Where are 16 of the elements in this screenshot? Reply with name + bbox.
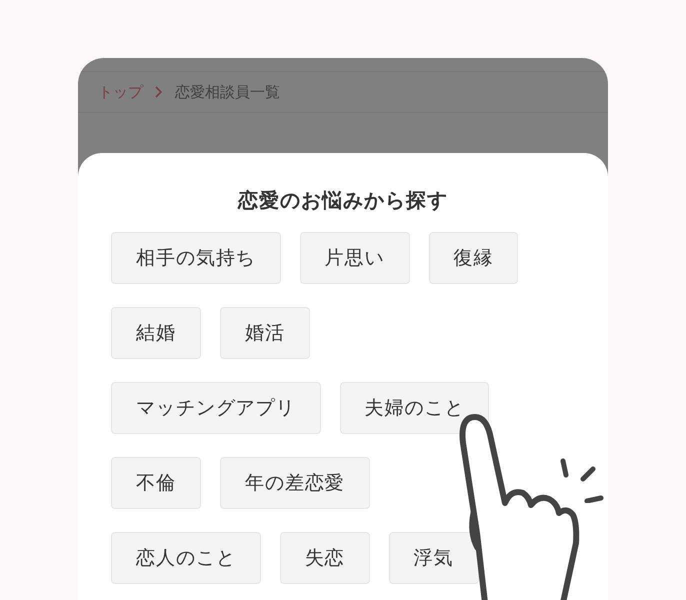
tap-lines-icon [560, 458, 604, 503]
topic-tag[interactable]: 不倫 [111, 457, 201, 509]
topic-tag[interactable]: 浮気 [388, 532, 479, 584]
topic-tag[interactable]: 婚活 [220, 307, 310, 359]
topic-tag[interactable]: 復縁 [428, 232, 518, 284]
breadcrumb-current: 恋愛相談員一覧 [175, 82, 280, 103]
topic-tag[interactable]: 年の差恋愛 [220, 457, 370, 509]
sheet-title: 恋愛のお悩みから探す [236, 187, 449, 214]
topic-tag[interactable]: 夫婦のこと [340, 382, 490, 434]
topic-tag[interactable]: 結婚 [111, 307, 201, 359]
topic-tag[interactable]: 相手の気持ち [111, 232, 281, 284]
topic-tag[interactable]: マッチングアプリ [111, 382, 321, 434]
chevron-right-icon [155, 86, 163, 98]
topic-tag[interactable]: 恋人のこと [111, 532, 261, 584]
topic-tag[interactable]: 失恋 [280, 532, 370, 584]
topic-tag[interactable]: 片思い [300, 232, 410, 284]
